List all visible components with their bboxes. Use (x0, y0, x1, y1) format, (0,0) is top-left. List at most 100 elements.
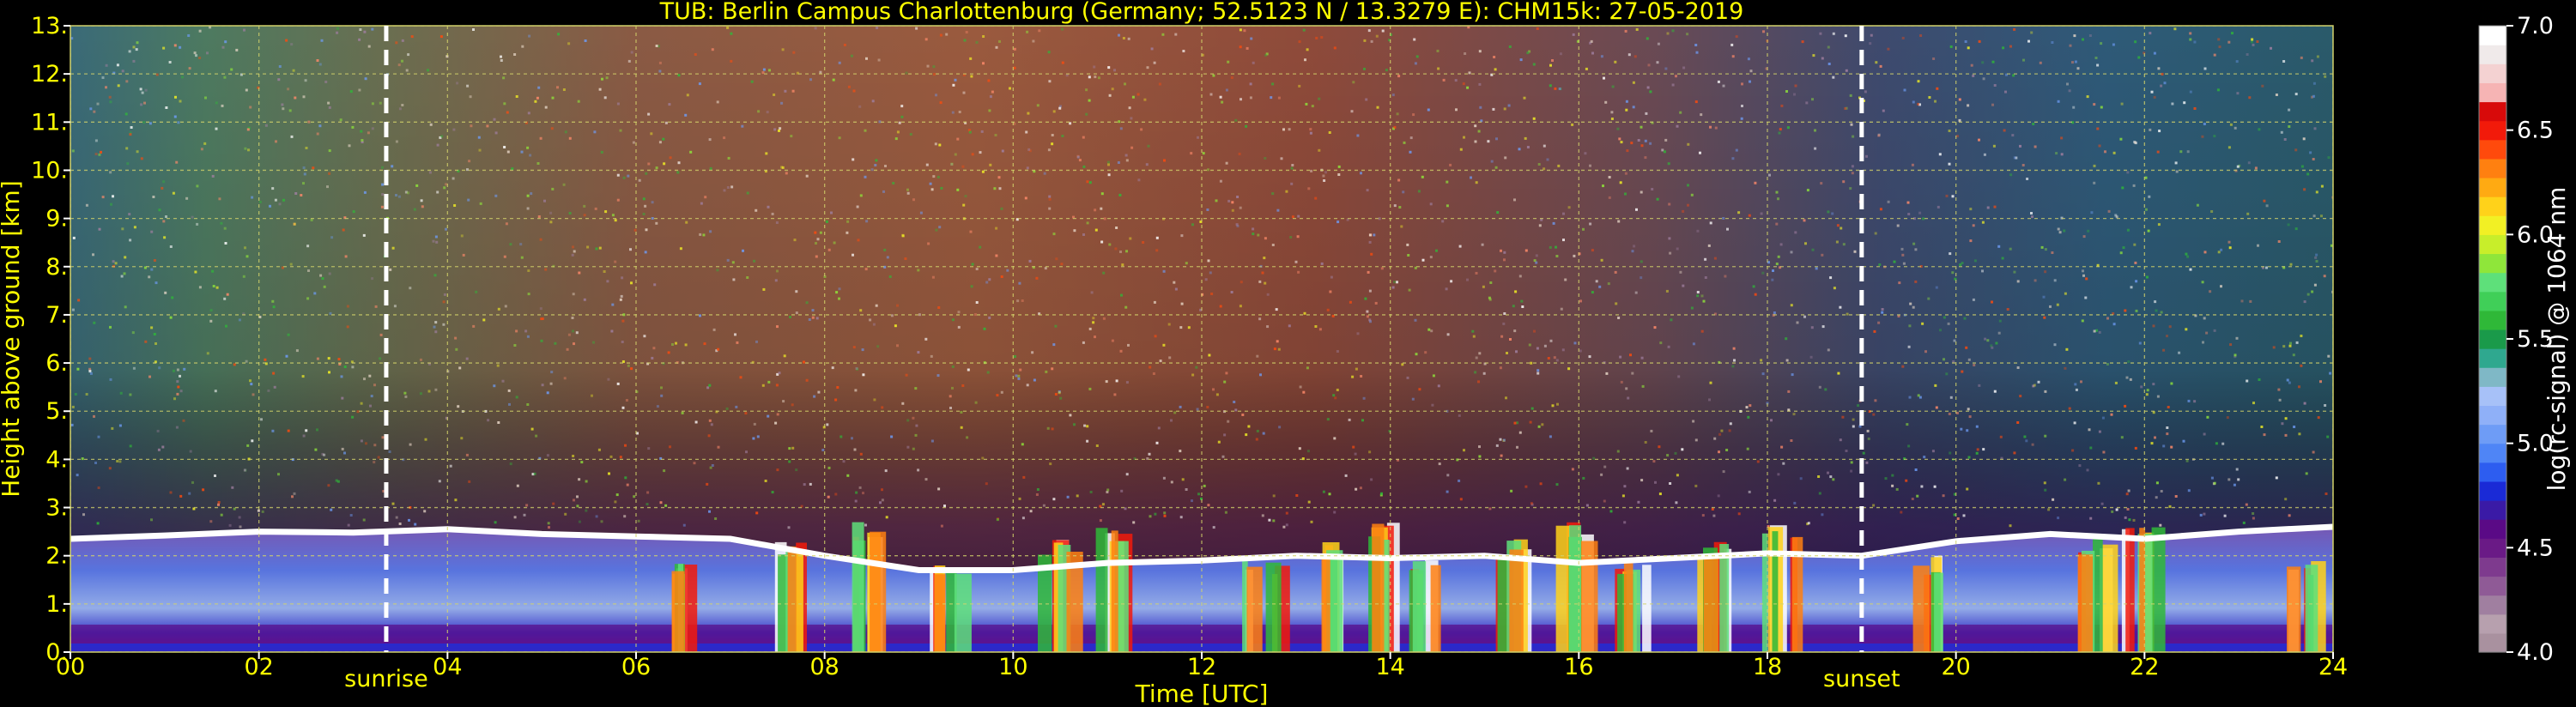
noise-speck (2289, 341, 2292, 345)
noise-speck (1700, 294, 1704, 298)
noise-speck (1114, 247, 1118, 251)
noise-speck (1320, 36, 1324, 39)
noise-speck (314, 448, 318, 451)
noise-speck (2155, 496, 2158, 499)
noise-speck (989, 163, 992, 166)
noise-speck (2263, 199, 2266, 202)
noise-speck (1998, 319, 2002, 323)
sun-marker-label: sunset (1823, 666, 1900, 692)
noise-speck (1318, 148, 1321, 152)
noise-speck (847, 85, 851, 88)
noise-speck (879, 501, 882, 505)
noise-speck (622, 176, 626, 179)
noise-speck (1667, 162, 1670, 166)
noise-speck (2057, 517, 2060, 520)
noise-speck (2058, 231, 2062, 234)
noise-speck (1590, 39, 1593, 43)
noise-speck (2329, 372, 2332, 375)
noise-speck (2089, 517, 2093, 520)
noise-speck (1273, 347, 1276, 351)
noise-speck (1330, 275, 1333, 279)
noise-speck (945, 33, 949, 36)
noise-speck (2154, 436, 2156, 439)
noise-speck (1640, 190, 1643, 194)
cloud-plume-strand (2305, 565, 2318, 652)
colorbar-cell (2479, 595, 2506, 615)
noise-speck (2030, 212, 2033, 215)
noise-speck (2119, 251, 2123, 255)
noise-speck (433, 325, 436, 329)
noise-speck (1560, 307, 1563, 311)
noise-speck (633, 495, 636, 499)
noise-speck (1474, 371, 1477, 374)
noise-speck (1827, 210, 1830, 214)
noise-speck (2030, 31, 2034, 34)
noise-speck (524, 329, 528, 333)
colorbar-cell (2479, 443, 2506, 463)
noise-speck (1173, 281, 1176, 284)
noise-speck (2193, 40, 2197, 44)
noise-speck (1872, 413, 1876, 416)
noise-speck (230, 68, 233, 71)
noise-speck (2246, 53, 2249, 56)
noise-speck (206, 51, 209, 55)
noise-speck (277, 473, 280, 476)
noise-speck (605, 76, 609, 80)
noise-speck (1722, 470, 1725, 474)
noise-speck (1495, 137, 1498, 141)
noise-speck (1539, 482, 1543, 486)
noise-speck (2137, 56, 2141, 59)
x-tick-label: 08 (809, 654, 839, 680)
noise-speck (549, 382, 553, 385)
noise-speck (1754, 293, 1757, 296)
noise-speck (2112, 323, 2116, 326)
noise-speck (938, 226, 942, 229)
noise-speck (876, 345, 880, 348)
noise-speck (2282, 60, 2286, 63)
noise-speck (1352, 445, 1355, 449)
noise-speck (346, 325, 349, 329)
noise-speck (1179, 450, 1182, 453)
noise-speck (884, 469, 888, 473)
noise-speck (1446, 474, 1450, 477)
noise-speck (1333, 437, 1336, 440)
noise-speck (246, 444, 250, 447)
noise-speck (2223, 514, 2227, 517)
noise-speck (1396, 112, 1399, 116)
noise-speck (1019, 368, 1022, 372)
noise-speck (1646, 37, 1649, 40)
noise-speck (516, 484, 519, 487)
noise-speck (869, 318, 872, 322)
noise-speck (2220, 285, 2222, 288)
noise-speck (2171, 102, 2174, 106)
noise-speck (1354, 452, 1357, 456)
noise-speck (1118, 193, 1122, 196)
noise-speck (995, 227, 998, 230)
near-ground-layer (70, 625, 2333, 644)
noise-speck (1881, 311, 1884, 314)
noise-speck (405, 69, 409, 72)
noise-speck (1258, 317, 1262, 321)
noise-speck (313, 292, 317, 295)
noise-speck (1832, 478, 1835, 481)
noise-speck (381, 166, 384, 169)
noise-speck (1821, 253, 1824, 257)
noise-speck (302, 182, 305, 185)
noise-speck (549, 221, 553, 224)
noise-speck (642, 213, 646, 215)
noise-speck (1782, 462, 1785, 465)
noise-speck (1625, 387, 1628, 390)
noise-speck (1245, 124, 1248, 128)
noise-speck (181, 76, 184, 79)
noise-speck (2150, 90, 2154, 94)
y-tick-label: 6. (45, 350, 68, 377)
noise-speck (136, 41, 139, 45)
noise-speck (699, 233, 702, 236)
noise-speck (374, 305, 378, 308)
noise-speck (1701, 514, 1705, 517)
noise-speck (395, 140, 398, 143)
noise-speck (110, 202, 112, 206)
noise-speck (1711, 508, 1714, 511)
noise-speck (1302, 390, 1306, 394)
noise-speck (105, 86, 107, 89)
